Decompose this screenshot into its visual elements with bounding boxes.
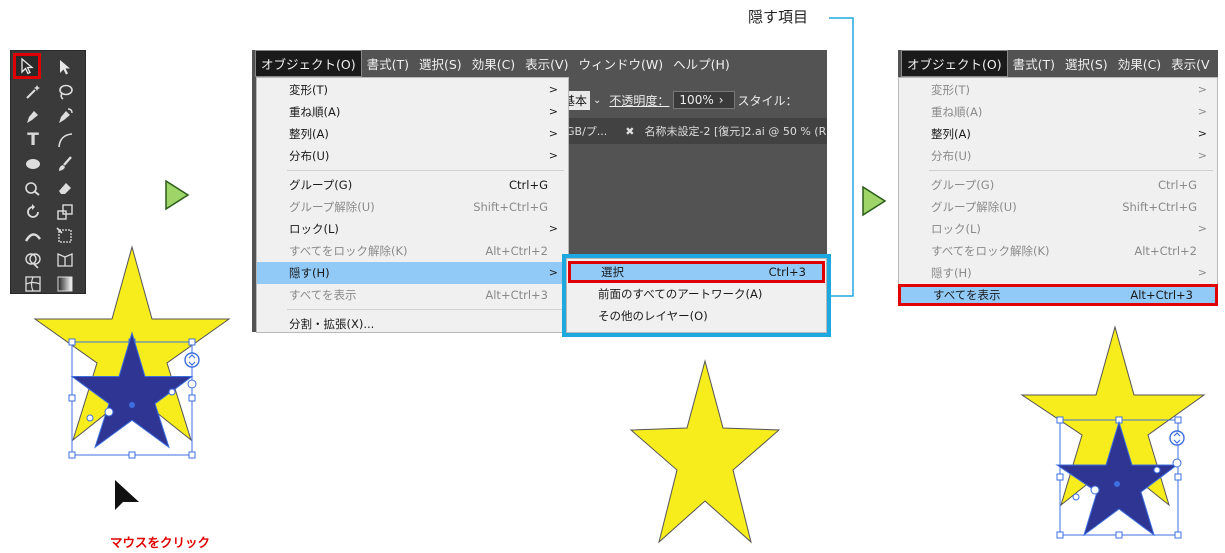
scale-tool-icon[interactable] — [53, 201, 77, 223]
menu-type-2[interactable]: 書式(T) — [1008, 51, 1060, 76]
type-tool-icon[interactable]: T — [21, 129, 45, 151]
direct-selection-tool-icon[interactable] — [53, 56, 77, 78]
menu-item-ungroup[interactable]: グループ解除(U) Shift+Ctrl+G — [257, 196, 568, 218]
chevron-right-icon: > — [548, 105, 558, 118]
menu-item-hide[interactable]: 隠す(H) > — [257, 262, 568, 284]
menu-view-2[interactable]: 表示(V — [1166, 51, 1214, 76]
chevron-right-icon: > — [1197, 149, 1207, 162]
callout-connector — [829, 17, 854, 297]
opacity-label: 不透明度： — [609, 93, 670, 108]
menu-separator — [287, 309, 564, 310]
chevron-right-icon: > — [548, 83, 558, 96]
menu-item-lock[interactable]: ロック(L) > — [257, 218, 568, 240]
opacity-input[interactable]: 100% — [673, 91, 735, 109]
chevron-right-icon: > — [548, 266, 558, 279]
menu-item-transform-2[interactable]: 変形(T) > — [899, 79, 1217, 101]
document-tab-2[interactable]: 名称未設定-2 [復元]2.ai @ 50 % (R — [645, 123, 827, 139]
menu-window[interactable]: ウィンドウ(W) — [573, 51, 668, 76]
menu-separator — [287, 170, 564, 171]
submenu-item-other-layers[interactable]: その他のレイヤー(O) — [567, 305, 826, 327]
magic-wand-tool-icon[interactable] — [21, 81, 45, 103]
line-segment-tool-icon[interactable] — [53, 129, 77, 151]
left-artwork — [33, 245, 231, 459]
menu-item-group-2[interactable]: グループ(G) Ctrl+G — [899, 174, 1217, 196]
menu-item-hide-2[interactable]: 隠す(H) > — [899, 262, 1217, 284]
menu-item-align-2[interactable]: 整列(A) > — [899, 123, 1217, 145]
menu-item-transform[interactable]: 変形(T) > — [257, 79, 568, 101]
chevron-right-icon: > — [1197, 127, 1207, 140]
menu-type[interactable]: 書式(T) — [362, 51, 414, 76]
yellow-star-only — [629, 359, 781, 544]
chevron-right-icon: > — [1197, 222, 1207, 235]
menu-item-unlock-all[interactable]: すべてをロック解除(K) Alt+Ctrl+2 — [257, 240, 568, 262]
menu-item-arrange-2[interactable]: 重ね順(A) > — [899, 101, 1217, 123]
pen-tool-icon[interactable] — [21, 105, 45, 127]
close-tab-icon[interactable]: ✖ — [625, 125, 634, 138]
chevron-right-icon[interactable]: › — [719, 93, 724, 107]
control-bar: 基本 ⌄ 不透明度： 100% › スタイル： — [560, 85, 827, 115]
paintbrush-tool-icon[interactable] — [53, 153, 77, 175]
chevron-right-icon: > — [548, 127, 558, 140]
menu-item-show-all-2[interactable]: すべてを表示 Alt+Ctrl+3 — [898, 284, 1218, 306]
menu-item-expand[interactable]: 分割・拡張(X)... — [257, 313, 568, 335]
eraser-tool-icon[interactable] — [53, 177, 77, 199]
menu-item-distribute[interactable]: 分布(U) > — [257, 145, 568, 167]
chevron-right-icon: > — [1197, 83, 1207, 96]
curvature-tool-icon[interactable] — [53, 105, 77, 127]
menubar: オブジェクト(O) 書式(T) 選択(S) 効果(C) 表示(V) ウィンドウ(… — [252, 50, 827, 77]
submenu-item-all-artwork-above[interactable]: 前面のすべてのアートワーク(A) — [567, 283, 826, 305]
style-label: スタイル： — [737, 93, 798, 108]
menu-item-distribute-2[interactable]: 分布(U) > — [899, 145, 1217, 167]
object-menu-2: 変形(T) > 重ね順(A) > 整列(A) > 分布(U) > グループ(G) Ctrl… — [898, 77, 1218, 306]
menu-item-lock-2[interactable]: ロック(L) > — [899, 218, 1217, 240]
chevron-right-icon: > — [548, 149, 558, 162]
menu-item-arrange[interactable]: 重ね順(A) > — [257, 101, 568, 123]
chevron-down-icon[interactable]: ⌄ — [593, 95, 601, 106]
click-instruction-label: マウスをクリック — [110, 535, 211, 550]
menu-item-unlock-all-2[interactable]: すべてをロック解除(K) Alt+Ctrl+2 — [899, 240, 1217, 262]
menu-select-2[interactable]: 選択(S) — [1060, 51, 1113, 76]
rotate-tool-icon[interactable] — [21, 201, 45, 223]
ellipse-tool-icon[interactable] — [21, 153, 45, 175]
menu-effect-2[interactable]: 効果(C) — [1113, 51, 1166, 76]
lasso-tool-icon[interactable] — [53, 81, 77, 103]
selection-tool-icon[interactable] — [13, 53, 41, 79]
menubar-2: オブジェクト(O) 書式(T) 選択(S) 効果(C) 表示(V — [898, 50, 1218, 77]
menu-effect[interactable]: 効果(C) — [467, 51, 520, 76]
right-artwork — [1020, 325, 1206, 539]
submenu-item-selection[interactable]: 選択 Ctrl+3 — [568, 261, 825, 283]
hidden-items-label: 隠す項目 — [748, 8, 809, 26]
menu-item-show-all[interactable]: すべてを表示 Alt+Ctrl+3 — [257, 284, 568, 306]
menu-item-group[interactable]: グループ(G) Ctrl+G — [257, 174, 568, 196]
menu-object-2[interactable]: オブジェクト(O) — [901, 50, 1008, 77]
menu-view[interactable]: 表示(V) — [520, 51, 573, 76]
step-arrow-icon — [165, 179, 190, 211]
menu-select[interactable]: 選択(S) — [414, 51, 467, 76]
menu-item-ungroup-2[interactable]: グループ解除(U) Shift+Ctrl+G — [899, 196, 1217, 218]
chevron-right-icon: > — [1197, 105, 1207, 118]
chevron-right-icon: > — [548, 222, 558, 235]
object-menu: 変形(T) > 重ね順(A) > 整列(A) > 分布(U) > グループ(G) Ctrl… — [256, 77, 569, 333]
document-tabs: GB/プ... ✖ 名称未設定-2 [復元]2.ai @ 50 % (R — [560, 118, 827, 144]
menu-item-align[interactable]: 整列(A) > — [257, 123, 568, 145]
menu-object[interactable]: オブジェクト(O) — [255, 50, 362, 77]
shaper-tool-icon[interactable] — [21, 177, 45, 199]
menu-separator — [929, 170, 1213, 171]
menu-help[interactable]: ヘルプ(H) — [668, 51, 735, 76]
hide-submenu: 選択 Ctrl+3 前面のすべてのアートワーク(A) その他のレイヤー(O) — [566, 258, 827, 333]
mouse-cursor-icon — [115, 480, 139, 510]
chevron-right-icon: > — [1197, 266, 1207, 279]
